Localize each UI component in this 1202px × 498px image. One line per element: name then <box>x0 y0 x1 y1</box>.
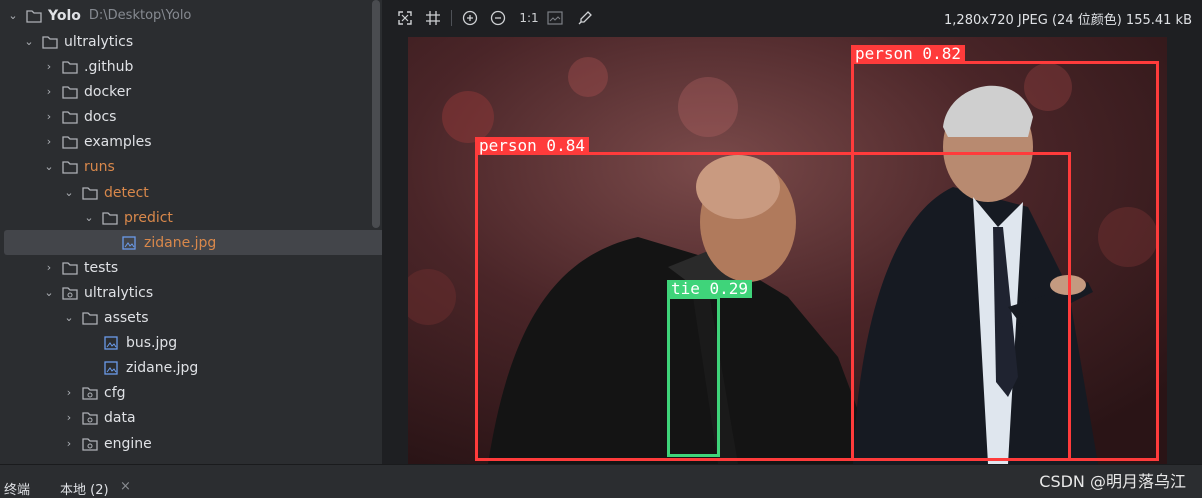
background-icon[interactable] <box>546 9 564 27</box>
close-icon[interactable]: × <box>120 479 131 494</box>
tree-root-path: D:\Desktop\Yolo <box>88 8 192 23</box>
tree-item[interactable]: ⌄ predict <box>0 205 382 230</box>
folder-icon <box>62 110 78 124</box>
tree-item-label: cfg <box>104 384 126 401</box>
chevron-right-icon[interactable]: › <box>62 411 76 425</box>
toolbar-separator <box>451 10 452 26</box>
folder-icon <box>82 311 98 325</box>
detection-image[interactable]: person 0.82 person 0.84 tie 0.29 <box>408 37 1167 464</box>
tree-item-label: detect <box>104 184 149 201</box>
chevron-right-icon[interactable]: › <box>62 437 76 451</box>
tree-item-label: tests <box>84 259 119 276</box>
tree-item-label: ultralytics <box>64 33 134 50</box>
tree-item[interactable]: ⌄ ultralytics <box>0 280 382 305</box>
chevron-down-icon[interactable]: ⌄ <box>42 160 56 174</box>
image-file-icon <box>122 235 138 250</box>
tree-item-label: examples <box>84 133 152 150</box>
chevron-right-icon[interactable]: › <box>42 110 56 124</box>
tree-item-label: zidane.jpg <box>126 359 199 376</box>
zoom-in-icon[interactable] <box>461 9 479 27</box>
tree-item[interactable]: ⌄ detect <box>0 180 382 205</box>
chevron-right-icon[interactable]: › <box>42 135 56 149</box>
color-picker-icon[interactable] <box>576 9 594 27</box>
chevron-down-icon[interactable]: ⌄ <box>6 9 20 23</box>
chevron-right-icon[interactable]: › <box>42 85 56 99</box>
chevron-right-icon[interactable]: › <box>62 386 76 400</box>
tree-item-label: zidane.jpg <box>144 234 217 251</box>
package-folder-icon <box>62 286 78 300</box>
package-folder-icon <box>82 386 98 400</box>
project-tree-panel: ⌄ Yolo D:\Desktop\Yolo ⌄ ultralytics › .… <box>0 0 382 464</box>
tree-item[interactable]: › engine <box>0 431 382 456</box>
tree-item[interactable]: › docker <box>0 79 382 104</box>
tab-terminal[interactable]: 终端 <box>4 479 30 498</box>
chevron-right-icon[interactable]: › <box>42 261 56 275</box>
folder-icon <box>26 9 42 23</box>
fit-screen-icon[interactable] <box>396 9 414 27</box>
tree-item-label: docs <box>84 108 117 125</box>
zoom-out-icon[interactable] <box>489 9 507 27</box>
chevron-down-icon[interactable]: ⌄ <box>42 286 56 300</box>
image-file-icon <box>104 360 120 375</box>
detection-label: person 0.84 <box>475 137 589 155</box>
image-info: 1,280x720 JPEG (24 位颜色) 155.41 kB <box>944 13 1192 28</box>
bottom-tool-window-bar: 终端 本地 (2) × <box>0 464 1202 498</box>
tree-item-label: predict <box>124 209 173 226</box>
tree-item-label: bus.jpg <box>126 334 178 351</box>
tree-item[interactable]: › data <box>0 405 382 430</box>
folder-icon <box>62 85 78 99</box>
chevron-down-icon[interactable]: ⌄ <box>82 211 96 225</box>
detection-box-tie <box>667 296 720 457</box>
tree-item[interactable]: › cfg <box>0 380 382 405</box>
grid-icon[interactable] <box>424 9 442 27</box>
tree-item-selected[interactable]: zidane.jpg <box>4 230 382 255</box>
folder-icon <box>62 160 78 174</box>
tree-item[interactable]: zidane.jpg <box>0 355 382 380</box>
actual-size-icon[interactable]: 1:1 <box>518 9 540 27</box>
detection-label: tie 0.29 <box>667 280 753 298</box>
watermark: CSDN @明月落乌江 <box>1039 472 1186 491</box>
detection-box-person-left <box>475 152 1071 461</box>
package-folder-icon <box>82 411 98 425</box>
chevron-down-icon[interactable]: ⌄ <box>62 186 76 200</box>
tree-item-label: docker <box>84 83 132 100</box>
viewer-toolbar: 1:1 1,280x720 JPEG (24 位颜色) 155.41 kB <box>383 0 1202 36</box>
folder-icon <box>82 186 98 200</box>
folder-icon <box>42 35 58 49</box>
tree-item[interactable]: ⌄ assets <box>0 305 382 330</box>
tree-item-label: data <box>104 409 136 426</box>
folder-icon <box>62 261 78 275</box>
folder-icon <box>62 135 78 149</box>
image-file-icon <box>104 335 120 350</box>
tree-item-label: .github <box>84 58 134 75</box>
folder-icon <box>102 211 118 225</box>
folder-icon <box>62 60 78 74</box>
tree-root-row[interactable]: ⌄ Yolo D:\Desktop\Yolo <box>0 3 378 28</box>
detection-label: person 0.82 <box>851 45 965 63</box>
chevron-down-icon[interactable]: ⌄ <box>62 311 76 325</box>
tree-item[interactable]: bus.jpg <box>0 330 382 355</box>
tree-item-label: ultralytics <box>84 284 154 301</box>
tree-item[interactable]: › .github <box>0 54 382 79</box>
tree-item[interactable]: › examples <box>0 129 382 154</box>
tree-item-label: assets <box>104 309 149 326</box>
tree-item-label: engine <box>104 435 152 452</box>
tree-item-label: runs <box>84 158 115 175</box>
tree-item[interactable]: ⌄ runs <box>0 154 382 179</box>
chevron-right-icon[interactable]: › <box>42 60 56 74</box>
tab-local[interactable]: 本地 (2) <box>60 479 109 498</box>
tree-item[interactable]: › docs <box>0 104 382 129</box>
package-folder-icon <box>82 437 98 451</box>
tree-root-label: Yolo <box>48 7 81 24</box>
tree-item[interactable]: ⌄ ultralytics <box>0 29 382 54</box>
tree-item[interactable]: › tests <box>0 255 382 280</box>
chevron-down-icon[interactable]: ⌄ <box>22 35 36 49</box>
sidebar-scrollbar[interactable] <box>372 0 380 228</box>
